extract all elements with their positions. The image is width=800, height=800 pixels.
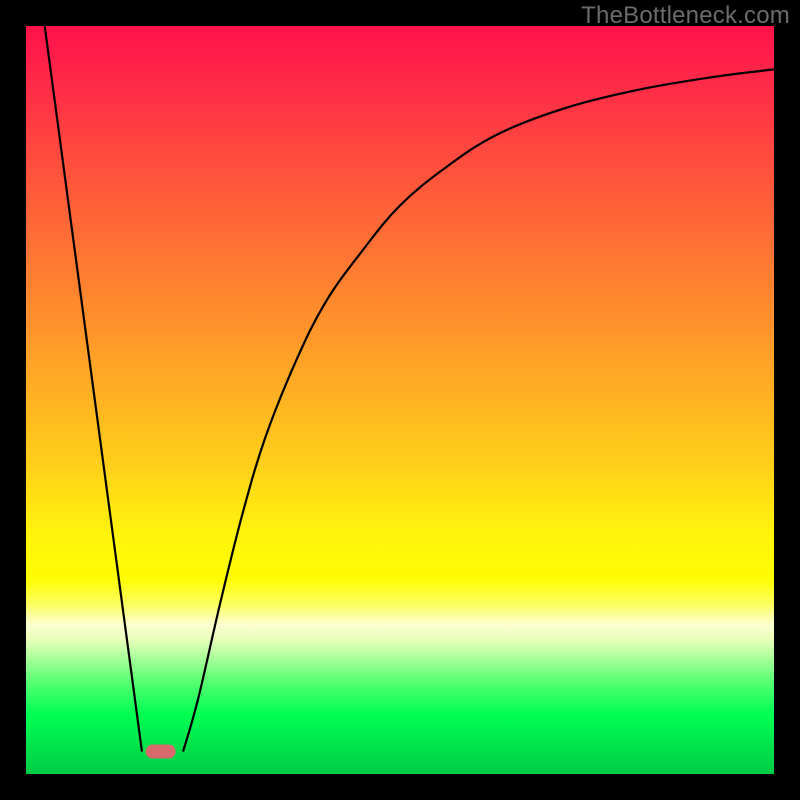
plot-area (26, 26, 774, 774)
watermark-text: TheBottleneck.com (581, 2, 790, 30)
chart-frame: TheBottleneck.com (0, 0, 800, 800)
curves-layer (26, 26, 774, 774)
left-descent-line (45, 26, 142, 752)
right-curve-line (183, 69, 774, 751)
minimum-marker (146, 745, 176, 759)
